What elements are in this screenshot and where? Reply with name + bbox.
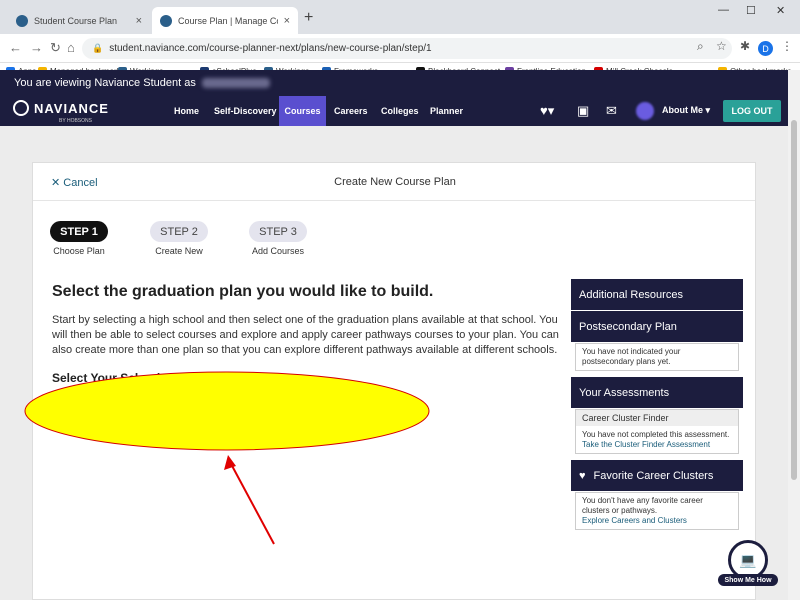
home-icon[interactable]: ⌂ xyxy=(67,40,75,55)
favorites-title: Favorite Career Clusters xyxy=(593,469,714,482)
nav-careers[interactable]: Careers xyxy=(326,96,376,126)
select-school-label: Select Your School xyxy=(52,371,161,385)
page-scrollbar[interactable] xyxy=(788,70,800,600)
tab-student-course-plan[interactable]: Student Course Plan × xyxy=(8,7,150,34)
url-bar[interactable]: 🔒 student.naviance.com/course-planner-ne… xyxy=(82,38,732,59)
naviance-logo-icon xyxy=(13,100,29,116)
back-icon[interactable]: ← xyxy=(9,40,22,55)
cluster-finder-card: Career Cluster Finder You have not compl… xyxy=(575,409,739,454)
step-2[interactable]: STEP 2 Create New xyxy=(150,221,208,256)
heart-icon: ♥ xyxy=(579,469,586,482)
profile-avatar[interactable]: D xyxy=(758,41,773,56)
browser-toolbar: ← → ↻ ⌂ 🔒 student.naviance.com/course-pl… xyxy=(0,34,800,63)
redacted-student-name xyxy=(201,78,270,88)
about-me-menu[interactable]: About Me ▾ xyxy=(662,105,710,116)
viewing-as-text: You are viewing Naviance Student as xyxy=(14,77,196,89)
step-1-pill[interactable]: STEP 1 xyxy=(50,221,108,242)
naviance-favicon-icon xyxy=(16,14,28,27)
nav-home[interactable]: Home xyxy=(166,96,207,126)
take-cluster-finder-link[interactable]: Take the Cluster Finder Assessment xyxy=(582,440,732,450)
tab-close-icon[interactable]: × xyxy=(284,15,290,27)
scrollbar-thumb[interactable] xyxy=(791,120,797,480)
forward-icon[interactable]: → xyxy=(30,40,43,55)
reload-icon[interactable]: ↻ xyxy=(50,40,61,56)
step-1-label: Choose Plan xyxy=(53,246,105,256)
step-3-label: Add Courses xyxy=(251,246,305,256)
additional-resources-sidebar: Additional Resources Postsecondary Plan … xyxy=(571,279,743,536)
cluster-finder-title: Career Cluster Finder xyxy=(576,410,738,426)
page-description: Start by selecting a high school and the… xyxy=(52,314,559,356)
card-title: Create New Course Plan xyxy=(334,176,456,188)
tab-close-icon[interactable]: × xyxy=(136,15,142,27)
viewing-as-banner: You are viewing Naviance Student as xyxy=(0,70,788,96)
browser-menu-icon[interactable]: ⋮ xyxy=(781,39,793,53)
show-me-how-button[interactable]: 💻 Show Me How xyxy=(718,540,778,590)
show-me-how-label: Show Me How xyxy=(718,574,778,586)
minimize-icon[interactable]: — xyxy=(718,4,729,16)
bookmark-star-icon[interactable]: ☆ xyxy=(716,39,727,53)
browser-tab-bar: Student Course Plan × Course Plan | Mana… xyxy=(0,0,800,34)
user-avatar[interactable] xyxy=(636,102,654,120)
mail-icon[interactable]: ✉ xyxy=(606,103,617,119)
step-1[interactable]: STEP 1 Choose Plan xyxy=(50,221,108,256)
favorites-body: You don't have any favorite career clust… xyxy=(575,492,739,530)
new-tab-button[interactable]: + xyxy=(304,9,313,27)
your-assessments-header: Your Assessments xyxy=(571,377,743,408)
step-3[interactable]: STEP 3 Add Courses xyxy=(249,221,307,256)
page-heading: Select the graduation plan you would lik… xyxy=(52,283,434,300)
favorite-career-clusters-header: ♥ Favorite Career Clusters xyxy=(571,460,743,491)
lock-icon: 🔒 xyxy=(92,43,104,53)
postsecondary-plan-body: You have not indicated your postsecondar… xyxy=(575,343,739,371)
postsecondary-plan-header: Postsecondary Plan xyxy=(571,311,743,342)
nav-self-discovery[interactable]: Self-Discovery xyxy=(206,96,285,126)
messages-icon[interactable]: ▣ xyxy=(577,103,589,119)
maximize-icon[interactable]: ☐ xyxy=(746,4,756,17)
explore-careers-link[interactable]: Explore Careers and Clusters xyxy=(582,516,732,526)
additional-resources-header: Additional Resources xyxy=(571,279,743,310)
step-3-pill[interactable]: STEP 3 xyxy=(249,221,307,242)
zoom-icon[interactable]: ⌕ xyxy=(697,39,704,54)
extensions-icon[interactable]: ✱ xyxy=(740,39,750,53)
cluster-finder-text: You have not completed this assessment. xyxy=(582,430,730,439)
nav-courses[interactable]: Courses xyxy=(279,96,326,126)
window-close-icon[interactable]: ✕ xyxy=(776,4,785,17)
tab-title: Student Course Plan xyxy=(34,15,118,26)
naviance-logo[interactable]: NAVIANCE BY HOBSONS xyxy=(13,100,109,124)
url-text: student.naviance.com/course-planner-next… xyxy=(109,43,432,54)
brand-name: NAVIANCE xyxy=(34,100,109,116)
tab-manage-course-plan[interactable]: Course Plan | Manage Course Pl... × xyxy=(152,7,298,34)
postsecondary-plan-text: You have not indicated your postsecondar… xyxy=(582,347,681,366)
main-navigation: NAVIANCE BY HOBSONS Home Self-Discovery … xyxy=(0,96,788,126)
favorites-heart-icon[interactable]: ♥▾ xyxy=(540,103,554,119)
brand-sub: BY HOBSONS xyxy=(59,118,92,124)
step-2-pill[interactable]: STEP 2 xyxy=(150,221,208,242)
favorites-text: You don't have any favorite career clust… xyxy=(582,496,703,515)
nav-planner[interactable]: Planner xyxy=(422,96,471,126)
logout-button[interactable]: LOG OUT xyxy=(723,100,781,122)
nav-colleges[interactable]: Colleges xyxy=(373,96,427,126)
naviance-favicon-icon xyxy=(160,14,172,27)
card-header: ✕ Cancel Create New Course Plan xyxy=(33,163,755,201)
step-2-label: Create New xyxy=(155,246,203,256)
tab-title: Course Plan | Manage Course Pl... xyxy=(178,15,278,26)
